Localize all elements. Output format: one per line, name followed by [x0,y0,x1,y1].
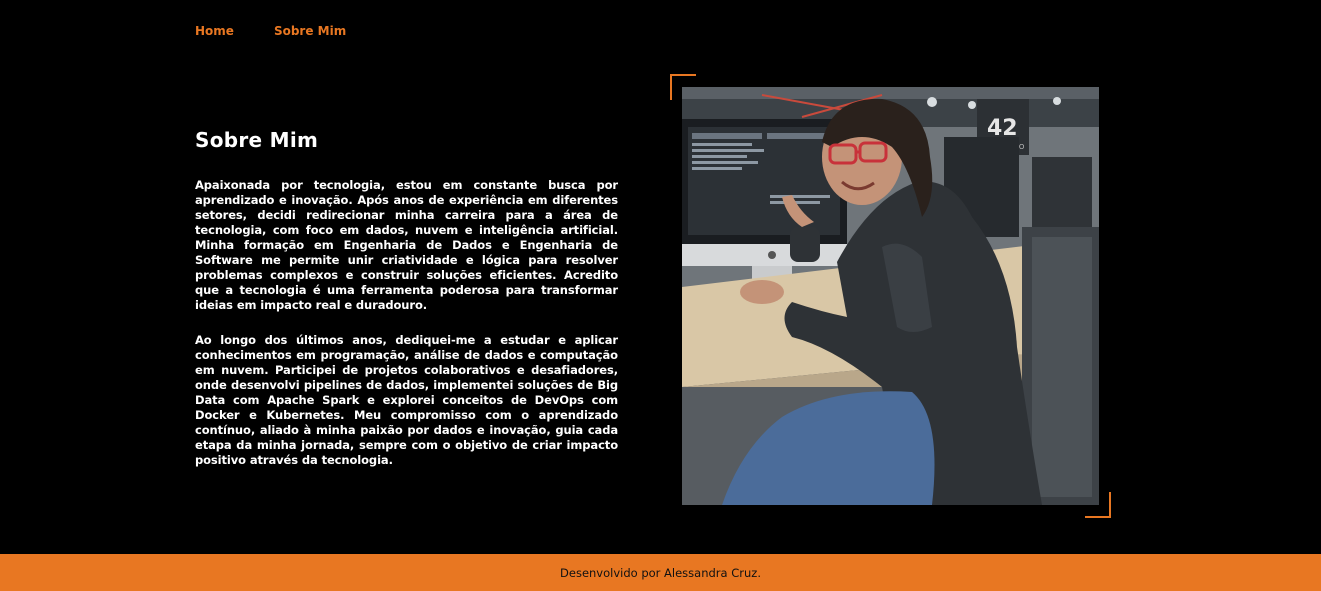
about-title: Sobre Mim [195,128,319,152]
footer: Desenvolvido por Alessandra Cruz. [0,554,1321,591]
photo-frame: 42 RIO [670,74,1111,518]
profile-photo: 42 RIO [682,87,1099,505]
about-paragraph-1: Apaixonada por tecnologia, estou em cons… [195,178,618,312]
top-nav: Home Sobre Mim [195,22,346,40]
about-section: Sobre Mim Apaixonada por tecnologia, est… [195,128,618,488]
frame-corner-bottom-right [1085,492,1111,518]
footer-credit: Desenvolvido por Alessandra Cruz. [560,565,761,580]
about-paragraph-2: Ao longo dos últimos anos, dediquei-me a… [195,333,618,467]
nav-link-home[interactable]: Home [195,22,234,40]
nav-link-sobre-mim[interactable]: Sobre Mim [274,22,346,40]
page: Home Sobre Mim Sobre Mim Apaixonada por … [0,0,1321,591]
